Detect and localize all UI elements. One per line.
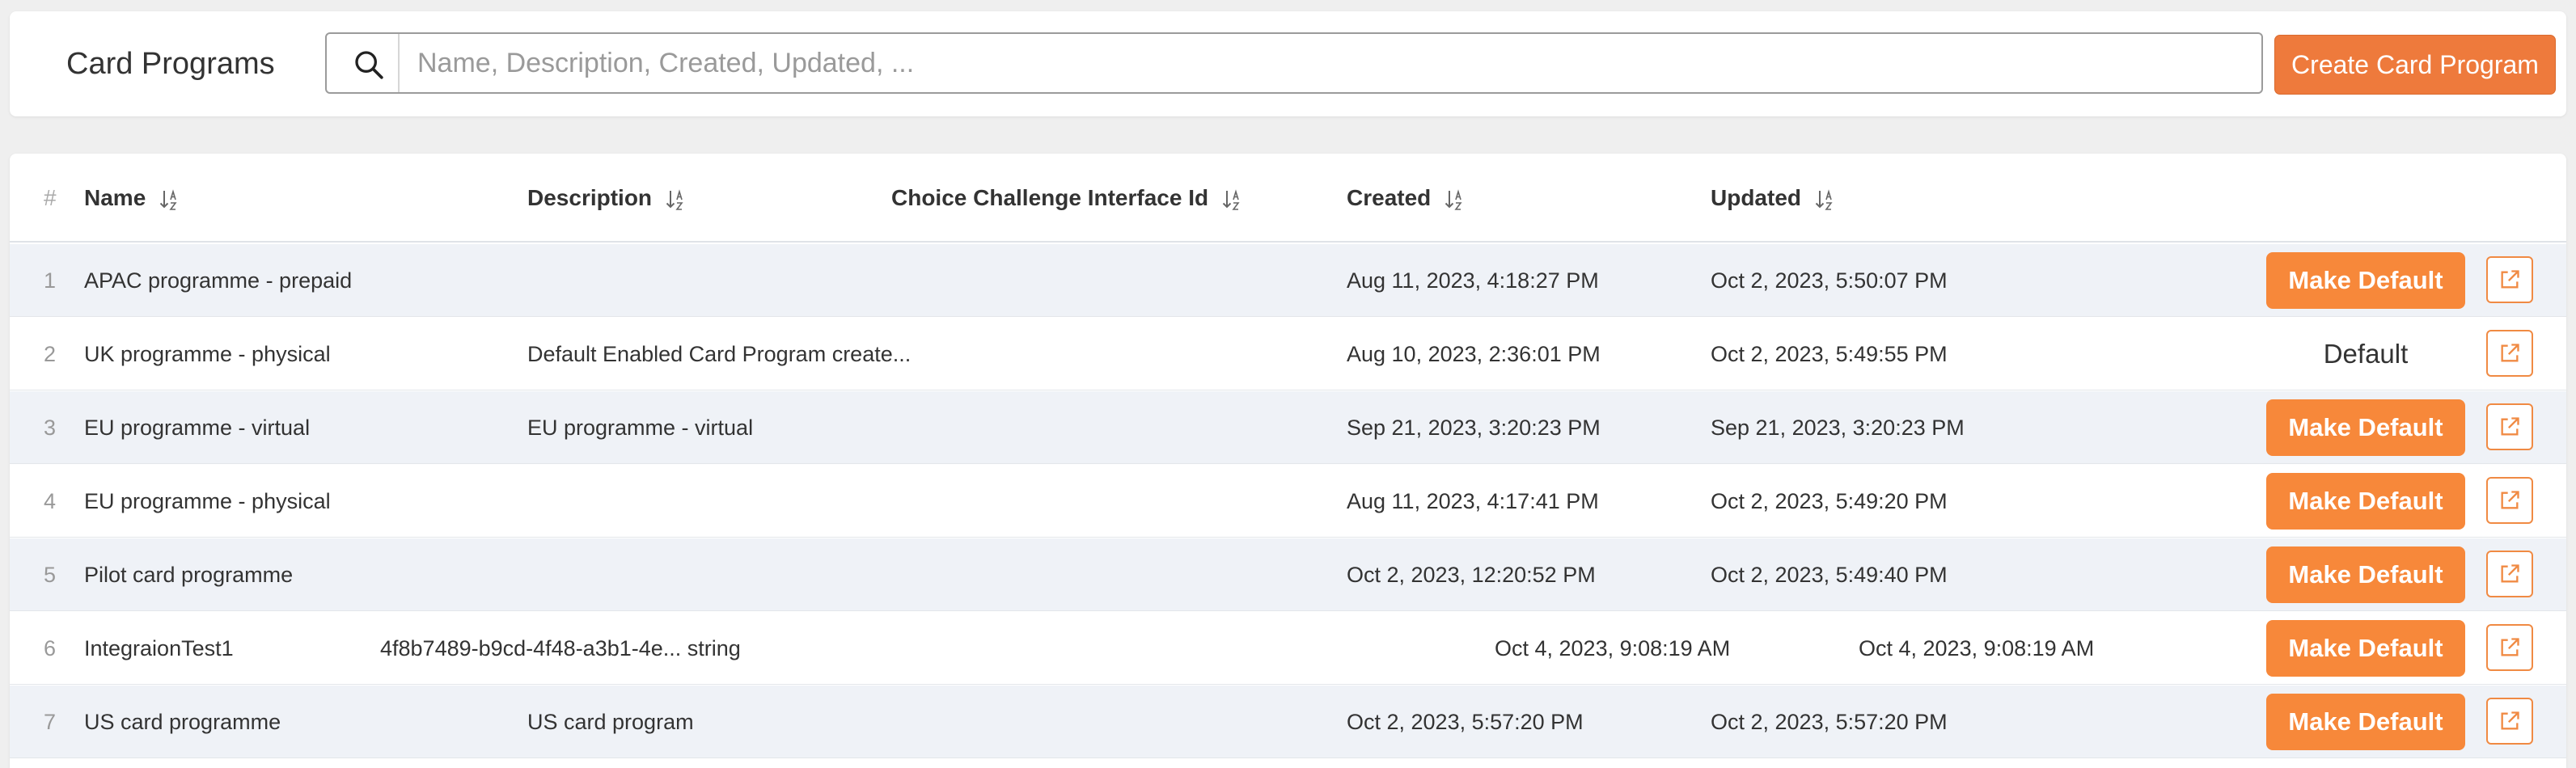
- table-row[interactable]: 2 UK programme - physical Default Enable…: [10, 318, 2566, 390]
- external-link-icon: [2501, 417, 2519, 436]
- row-created: Oct 4, 2023, 9:08:19 AM: [1495, 636, 1731, 660]
- create-card-program-button[interactable]: Create Card Program: [2274, 35, 2556, 95]
- row-created: Aug 10, 2023, 2:36:01 PM: [1347, 342, 1601, 366]
- column-header-description-label: Description: [527, 185, 653, 210]
- open-details-button[interactable]: [2486, 403, 2533, 450]
- table-row[interactable]: 5 Pilot card programme Oct 2, 2023, 12:2…: [10, 538, 2566, 611]
- make-default-button[interactable]: Make Default: [2266, 694, 2465, 750]
- external-link-icon: [2501, 564, 2519, 583]
- column-header-updated[interactable]: Updated: [1711, 154, 1835, 243]
- row-index: 5: [44, 563, 57, 587]
- external-link-icon: [2501, 270, 2519, 289]
- external-link-icon: [2501, 491, 2519, 509]
- column-header-description[interactable]: Description: [527, 154, 686, 243]
- open-details-button[interactable]: [2486, 256, 2533, 303]
- column-header-index: #: [44, 185, 57, 210]
- external-link-icon: [2501, 711, 2519, 730]
- external-link-icon: [2501, 638, 2519, 656]
- row-name: APAC programme - prepaid: [84, 268, 353, 293]
- table-header: # Name Description Choice Challenge Inte…: [10, 154, 2566, 243]
- open-details-button[interactable]: [2486, 624, 2533, 671]
- table-row[interactable]: 4 EU programme - physical Aug 11, 2023, …: [10, 465, 2566, 538]
- make-default-button[interactable]: Make Default: [2266, 252, 2465, 309]
- row-index: 7: [44, 710, 57, 734]
- search-input[interactable]: [417, 40, 2245, 86]
- sort-icon[interactable]: [159, 188, 180, 211]
- row-updated: Oct 2, 2023, 5:50:07 PM: [1711, 268, 1948, 293]
- row-created: Oct 2, 2023, 12:20:52 PM: [1347, 563, 1596, 587]
- row-index: 1: [44, 268, 57, 293]
- make-default-button[interactable]: Make Default: [2266, 620, 2465, 677]
- row-updated: Sep 21, 2023, 3:20:23 PM: [1711, 416, 1965, 440]
- open-details-button[interactable]: [2486, 477, 2533, 524]
- row-updated: Oct 4, 2023, 9:08:19 AM: [1859, 636, 2095, 660]
- make-default-button[interactable]: Make Default: [2266, 399, 2465, 456]
- search-divider: [398, 34, 400, 92]
- row-description: US card program: [527, 710, 694, 734]
- sort-icon[interactable]: [1814, 188, 1835, 211]
- column-header-challenge-interface-id[interactable]: Choice Challenge Interface Id: [891, 154, 1242, 243]
- make-default-button[interactable]: Make Default: [2266, 546, 2465, 603]
- row-index: 4: [44, 489, 57, 513]
- search-icon: [355, 51, 383, 79]
- row-index: 2: [44, 342, 57, 366]
- row-updated: Oct 2, 2023, 5:57:20 PM: [1711, 710, 1948, 734]
- page-title: Card Programs: [66, 47, 275, 81]
- row-name: US card programme: [84, 710, 281, 734]
- open-details-button[interactable]: [2486, 698, 2533, 745]
- top-bar: Card Programs Create Card Program: [10, 11, 2566, 116]
- make-default-button[interactable]: Make Default: [2266, 473, 2465, 530]
- column-header-challenge-label: Choice Challenge Interface Id: [891, 185, 1209, 210]
- open-details-button[interactable]: [2486, 551, 2533, 597]
- table-row[interactable]: 3 EU programme - virtual EU programme - …: [10, 391, 2566, 464]
- column-header-created-label: Created: [1347, 185, 1432, 210]
- row-created: Oct 2, 2023, 5:57:20 PM: [1347, 710, 1584, 734]
- row-index: 3: [44, 416, 57, 440]
- open-details-button[interactable]: [2486, 330, 2533, 377]
- sort-icon[interactable]: [1221, 188, 1242, 211]
- column-header-name[interactable]: Name: [84, 154, 180, 243]
- column-header-created[interactable]: Created: [1347, 154, 1465, 243]
- default-status-label: Default: [2323, 339, 2409, 369]
- row-name: UK programme - physical: [84, 342, 331, 366]
- row-created: Aug 11, 2023, 4:18:27 PM: [1347, 268, 1599, 293]
- row-name: IntegraionTest1: [84, 636, 234, 660]
- sort-icon[interactable]: [665, 188, 686, 211]
- row-name: EU programme - virtual: [84, 416, 311, 440]
- sort-icon[interactable]: [1444, 188, 1465, 211]
- search-box[interactable]: [325, 32, 2263, 94]
- row-created: Sep 21, 2023, 3:20:23 PM: [1347, 416, 1601, 440]
- row-index: 6: [44, 636, 57, 660]
- row-updated: Oct 2, 2023, 5:49:40 PM: [1711, 563, 1948, 587]
- column-header-updated-label: Updated: [1711, 185, 1801, 210]
- row-description: Default Enabled Card Program create...: [527, 342, 912, 366]
- table-row[interactable]: 1 APAC programme - prepaid Aug 11, 2023,…: [10, 244, 2566, 317]
- row-created: Aug 11, 2023, 4:17:41 PM: [1347, 489, 1599, 513]
- row-updated: Oct 2, 2023, 5:49:55 PM: [1711, 342, 1948, 366]
- external-link-icon: [2501, 344, 2519, 362]
- table-row[interactable]: 7 US card programme US card program Oct …: [10, 686, 2566, 758]
- row-name: EU programme - physical: [84, 489, 331, 513]
- column-header-name-label: Name: [84, 185, 146, 210]
- card-programs-table: # Name Description Choice Challenge Inte…: [10, 154, 2566, 768]
- row-description: EU programme - virtual: [527, 416, 754, 440]
- row-name: Pilot card programme: [84, 563, 294, 587]
- row-updated: Oct 2, 2023, 5:49:20 PM: [1711, 489, 1948, 513]
- row-description: 4f8b7489-b9cd-4f48-a3b1-4e... string: [380, 636, 741, 660]
- table-row[interactable]: 6 IntegraionTest1 4f8b7489-b9cd-4f48-a3b…: [10, 612, 2566, 685]
